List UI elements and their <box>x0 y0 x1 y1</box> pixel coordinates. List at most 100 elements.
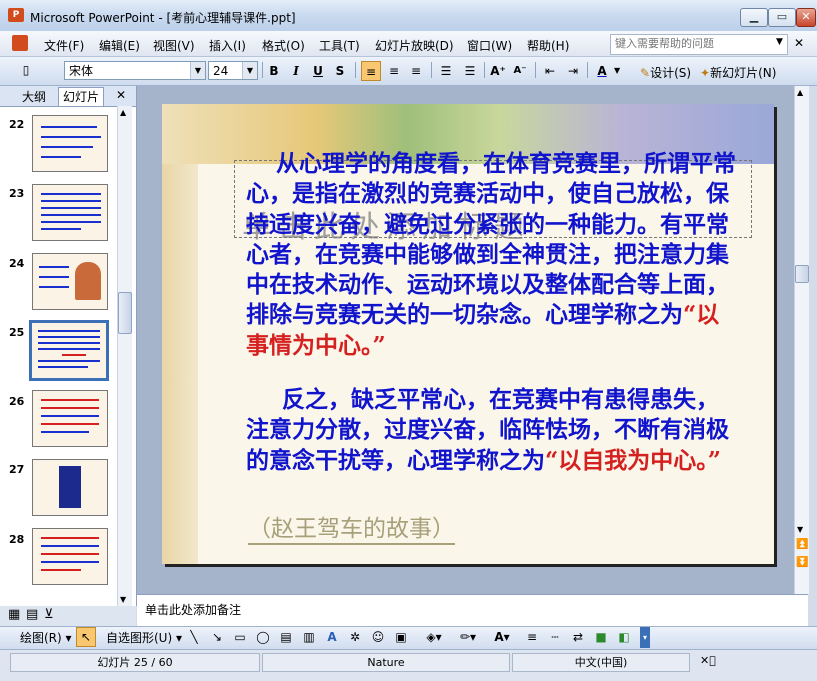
slide-thumbnail[interactable] <box>32 390 108 447</box>
autoshapes-label: 自选图形(U) <box>106 631 173 645</box>
slide-thumbnail-selected[interactable] <box>29 320 109 381</box>
next-slide-icon[interactable]: ⏬ <box>796 558 808 568</box>
line-color-icon[interactable]: ✏▾ <box>456 627 480 647</box>
chevron-down-icon[interactable]: ▼ <box>614 66 620 75</box>
scroll-down-icon[interactable]: ▼ <box>797 525 803 534</box>
new-document-icon[interactable]: ▯ <box>16 60 36 80</box>
previous-slide-icon[interactable]: ⏫ <box>796 540 808 550</box>
slide-scroll-thumb[interactable] <box>795 265 809 283</box>
slide-canvas[interactable]: 单击此处添加标题 从心理学的角度看，在体育竞赛里，所谓平常心，是指在激烈的竞赛活… <box>162 104 774 564</box>
slide-thumbnail[interactable] <box>32 253 108 310</box>
decorative-stripe <box>162 104 198 564</box>
oval-tool-icon[interactable]: ◯ <box>254 627 272 647</box>
scroll-down-icon[interactable]: ▼ <box>120 595 126 604</box>
design-button[interactable]: ✎设计(S) <box>640 64 691 81</box>
draw-menu-button[interactable]: 绘图(R) ▾ <box>20 629 72 646</box>
tab-slides[interactable]: 幻灯片 <box>58 87 105 106</box>
slides-pane-scroll-thumb[interactable] <box>118 292 132 334</box>
increase-indent-icon[interactable]: ⇥ <box>563 61 583 81</box>
body-text-2-lead: 称之为 <box>476 446 545 474</box>
underline-button[interactable]: U <box>308 61 328 81</box>
slide-scrollbar[interactable] <box>794 86 809 594</box>
slide-sorter-icon[interactable]: ▤ <box>26 607 38 622</box>
body-paragraph-2[interactable]: 反之，缺乏平常心，在竞赛中有患得患失，注意力分散，过度兴奋，临阵怯场，不断有消极… <box>246 385 741 476</box>
design-label: 设计(S) <box>650 66 692 80</box>
rectangle-tool-icon[interactable]: ▭ <box>231 627 249 647</box>
increase-font-icon[interactable]: A⁺ <box>488 61 508 81</box>
wordart-icon[interactable]: A <box>323 627 341 647</box>
document-close-button[interactable]: ✕ <box>794 36 804 50</box>
picture-icon[interactable]: ▣ <box>392 627 410 647</box>
shadow-style-icon[interactable]: ■ <box>592 627 610 647</box>
toolbar-separator <box>355 62 356 78</box>
3d-style-icon[interactable]: ◧ <box>615 627 633 647</box>
slides-pane-scrollbar[interactable] <box>117 106 132 606</box>
chevron-down-icon: ▼ <box>242 62 257 79</box>
decrease-indent-icon[interactable]: ⇤ <box>540 61 560 81</box>
arrow-tool-icon[interactable]: ↘ <box>208 627 226 647</box>
italic-button[interactable]: I <box>286 61 306 81</box>
slide-number: 25 <box>9 326 25 339</box>
menu-format[interactable]: 格式(O) <box>262 37 305 54</box>
new-slide-button[interactable]: ✦新幻灯片(N) <box>700 64 776 81</box>
notes-placeholder[interactable]: 单击此处添加备注 <box>145 601 241 618</box>
bullet-list-icon[interactable]: ☰ <box>460 61 480 81</box>
align-left-icon[interactable]: ≡ <box>361 61 381 81</box>
autoshapes-menu-button[interactable]: 自选图形(U) ▾ <box>106 629 182 646</box>
align-center-icon[interactable]: ≡ <box>384 61 404 81</box>
minimize-button[interactable]: ▁ <box>740 8 768 27</box>
help-search-input[interactable] <box>611 35 779 52</box>
slide-thumbnail[interactable] <box>32 115 108 172</box>
menu-tools[interactable]: 工具(T) <box>319 37 360 54</box>
pane-close-button[interactable]: ✕ <box>116 88 126 102</box>
clipart-icon[interactable]: ☺ <box>369 627 387 647</box>
textbox-tool-icon[interactable]: ▤ <box>277 627 295 647</box>
line-tool-icon[interactable]: ╲ <box>185 627 203 647</box>
align-right-icon[interactable]: ≡ <box>406 61 426 81</box>
document-icon[interactable] <box>12 35 28 51</box>
bold-button[interactable]: B <box>264 61 284 81</box>
font-name-value: 宋体 <box>69 64 94 78</box>
maximize-button[interactable]: ▭ <box>768 8 796 27</box>
help-search-box[interactable] <box>610 34 788 55</box>
story-link[interactable]: （赵王驾车的故事） <box>248 509 455 545</box>
numbered-list-icon[interactable]: ☰ <box>436 61 456 81</box>
arrow-style-icon[interactable]: ⇄ <box>569 627 587 647</box>
slide-thumbnail[interactable] <box>32 459 108 516</box>
scroll-up-icon[interactable]: ▲ <box>120 108 126 117</box>
select-pointer-icon[interactable]: ↖ <box>76 627 96 647</box>
slide-thumbnail[interactable] <box>32 184 108 241</box>
font-color-draw-icon[interactable]: A▾ <box>490 627 514 647</box>
menu-edit[interactable]: 编辑(E) <box>99 37 140 54</box>
powerpoint-icon[interactable]: P <box>8 8 24 22</box>
fill-color-icon[interactable]: ◈▾ <box>422 627 446 647</box>
tab-outline[interactable]: 大纲 <box>18 88 50 106</box>
font-color-icon[interactable]: A <box>592 61 612 81</box>
menu-slideshow[interactable]: 幻灯片放映(D) <box>375 37 454 54</box>
close-button[interactable]: ✕ <box>796 8 816 27</box>
menu-file[interactable]: 文件(F) <box>44 37 84 54</box>
slide-thumbnail[interactable] <box>32 528 108 585</box>
slideshow-view-icon[interactable]: ⊻ <box>44 607 54 622</box>
menu-window[interactable]: 窗口(W) <box>467 37 512 54</box>
help-dropdown-icon[interactable]: ▼ <box>776 37 783 47</box>
body-paragraph-1[interactable]: 从心理学的角度看，在体育竞赛里，所谓平常心，是指在激烈的竞赛活动中，使自己放松，… <box>246 149 741 361</box>
font-size-select[interactable]: 24 ▼ <box>208 61 258 80</box>
normal-view-icon[interactable]: ▦ <box>8 607 20 622</box>
menu-help[interactable]: 帮助(H) <box>527 37 569 54</box>
font-name-select[interactable]: 宋体 ▼ <box>64 61 206 80</box>
shadow-button[interactable]: S <box>330 61 350 81</box>
menu-view[interactable]: 视图(V) <box>153 37 195 54</box>
slide-number: 28 <box>9 533 25 546</box>
new-slide-label: 新幻灯片(N) <box>710 66 777 80</box>
toolbar-options-icon[interactable]: ▾ <box>640 627 650 648</box>
dash-style-icon[interactable]: ┄ <box>546 627 564 647</box>
decrease-font-icon[interactable]: A⁻ <box>510 61 530 81</box>
toolbar-separator <box>587 62 588 78</box>
diagram-icon[interactable]: ✲ <box>346 627 364 647</box>
vertical-textbox-icon[interactable]: ▥ <box>300 627 318 647</box>
line-style-icon[interactable]: ≡ <box>523 627 541 647</box>
scroll-up-icon[interactable]: ▲ <box>797 88 803 97</box>
menu-insert[interactable]: 插入(I) <box>209 37 246 54</box>
spelling-check-icon[interactable]: ✕⃞ <box>700 654 716 667</box>
